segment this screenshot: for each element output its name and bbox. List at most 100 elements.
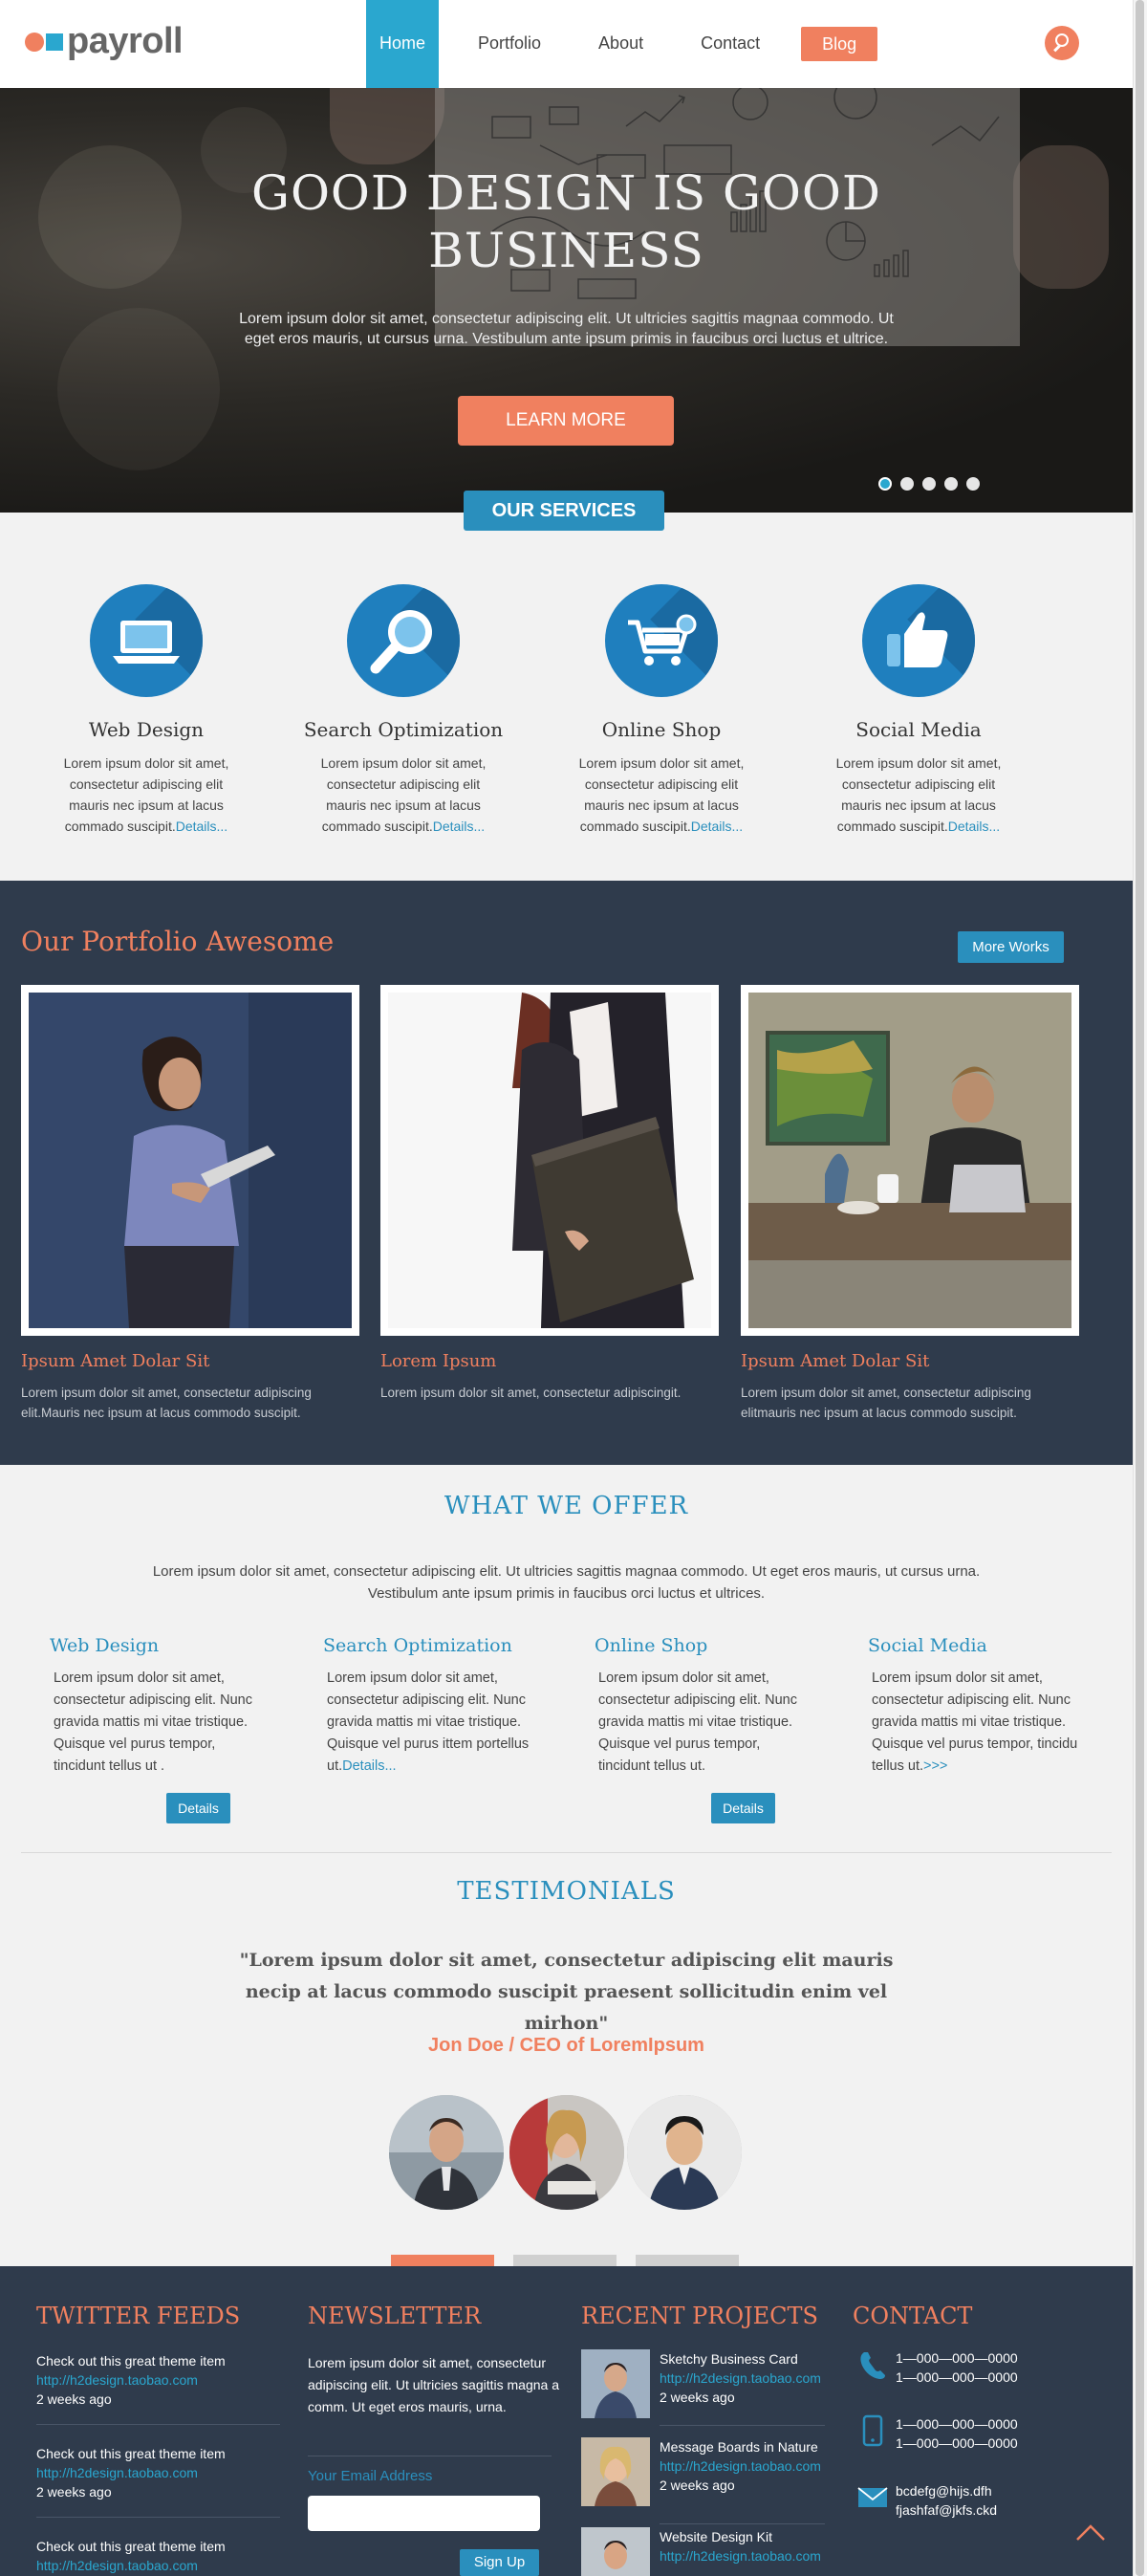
- offer-item-title[interactable]: Online Shop: [595, 1635, 805, 1656]
- portfolio-item-title[interactable]: Lorem Ipsum: [380, 1351, 719, 1371]
- woman-with-folder-photo: [388, 993, 711, 1328]
- slider-dot-2[interactable]: [900, 477, 914, 491]
- email-field[interactable]: [308, 2496, 540, 2531]
- portfolio-item-title[interactable]: Ipsum Amet Dolar Sit: [741, 1351, 1079, 1371]
- testimonial-pager-2[interactable]: [513, 2255, 617, 2266]
- tweet-item: Check out this great theme item http://h…: [36, 2351, 280, 2409]
- thumbs-up-icon: [862, 584, 975, 697]
- back-to-top-icon[interactable]: [1071, 2513, 1110, 2551]
- offer-item-link[interactable]: >>>: [923, 1758, 947, 1774]
- learn-more-button[interactable]: LEARN MORE: [458, 396, 674, 446]
- hero-title: GOOD DESIGN IS GOOD BUSINESS: [0, 164, 1133, 279]
- portfolio-image[interactable]: [21, 985, 359, 1336]
- more-works-button[interactable]: More Works: [958, 931, 1064, 963]
- email-label: Your Email Address: [308, 2468, 433, 2484]
- newsletter-title: NEWSLETTER: [308, 2303, 482, 2329]
- hero-title-line-2: BUSINESS: [428, 223, 704, 278]
- offer-item-text: Lorem ipsum dolor sit amet, consectetur …: [872, 1668, 1078, 1778]
- nav-portfolio[interactable]: Portfolio: [458, 0, 561, 88]
- service-details-link[interactable]: Details...: [176, 819, 227, 834]
- contact-email-1[interactable]: bcdefg@hijs.dfh: [896, 2481, 997, 2500]
- nav-about[interactable]: About: [578, 0, 663, 88]
- offer-item-link[interactable]: Details...: [342, 1758, 396, 1774]
- service-text: Lorem ipsum dolor sit amet, consectetur …: [823, 753, 1014, 837]
- testimonials-title: TESTIMONIALS: [457, 1877, 676, 1906]
- section-divider: [21, 1852, 1112, 1853]
- project-time: 2 weeks ago: [660, 2478, 735, 2493]
- testimonial-avatar[interactable]: [627, 2095, 742, 2210]
- scrollbar-thumb[interactable]: [1136, 0, 1144, 2576]
- portfolio-item[interactable]: Ipsum Amet Dolar Sit Lorem ipsum dolor s…: [21, 985, 359, 1423]
- tweet-link[interactable]: http://h2design.taobao.com: [36, 2370, 280, 2390]
- service-title: Social Media: [855, 718, 982, 741]
- site-header: payroll Home Portfolio About Contact Blo…: [0, 0, 1133, 88]
- slider-dot-5[interactable]: [966, 477, 980, 491]
- nav-blog[interactable]: Blog: [801, 27, 878, 61]
- slider-dot-3[interactable]: [922, 477, 936, 491]
- portfolio-item-title[interactable]: Ipsum Amet Dolar Sit: [21, 1351, 359, 1371]
- project-thumbnail[interactable]: [581, 2349, 650, 2418]
- portfolio-image[interactable]: [380, 985, 719, 1336]
- contact-phone-2: 1—000—000—0000: [896, 2369, 1018, 2385]
- project-name[interactable]: Message Boards in Nature: [660, 2439, 818, 2455]
- testimonial-avatar[interactable]: [509, 2095, 624, 2210]
- service-social-media: Social Media Lorem ipsum dolor sit amet,…: [804, 584, 1033, 837]
- offer-item-title[interactable]: Search Optimization: [323, 1635, 533, 1656]
- service-web-design: Web Design Lorem ipsum dolor sit amet, c…: [32, 584, 261, 837]
- tweet-link[interactable]: http://h2design.taobao.com: [36, 2556, 280, 2575]
- offer-intro: Lorem ipsum dolor sit amet, consectetur …: [152, 1563, 981, 1602]
- offer-item-body: Lorem ipsum dolor sit amet, consectetur …: [54, 1670, 252, 1774]
- logo-text: payroll: [67, 21, 184, 61]
- service-details-link[interactable]: Details...: [948, 819, 1000, 834]
- search-icon-handle: [1053, 44, 1061, 53]
- sign-up-button[interactable]: Sign Up: [460, 2549, 539, 2576]
- project-thumbnail[interactable]: [581, 2527, 650, 2576]
- recent-projects-title: RECENT PROJECTS: [581, 2303, 818, 2329]
- portfolio-item[interactable]: Lorem Ipsum Lorem ipsum dolor sit amet, …: [380, 985, 719, 1403]
- offer-item: Web Design Lorem ipsum dolor sit amet, c…: [50, 1635, 260, 1778]
- tweet-text: Check out this great theme item: [36, 2539, 226, 2554]
- project-thumbnail[interactable]: [581, 2437, 650, 2506]
- hero-bokeh: [57, 308, 220, 470]
- recent-project-item[interactable]: Sketchy Business Card http://h2design.ta…: [581, 2349, 849, 2426]
- testimonial-pager-1[interactable]: [391, 2255, 494, 2266]
- contact-phone-1: 1—000—000—0000: [896, 2350, 1018, 2366]
- details-button[interactable]: Details: [711, 1793, 775, 1823]
- recent-project-item[interactable]: Message Boards in Nature http://h2design…: [581, 2437, 849, 2514]
- offer-item-title[interactable]: Web Design: [50, 1635, 260, 1656]
- contact-mobile-2: 1—000—000—0000: [896, 2435, 1018, 2451]
- slider-dot-4[interactable]: [944, 477, 958, 491]
- project-link[interactable]: http://h2design.taobao.com: [660, 2546, 851, 2565]
- cart-icon: [605, 584, 718, 697]
- project-link[interactable]: http://h2design.taobao.com: [660, 2369, 851, 2388]
- project-link[interactable]: http://h2design.taobao.com: [660, 2456, 851, 2476]
- testimonial-pager-3[interactable]: [636, 2255, 739, 2266]
- offer-item: Social Media Lorem ipsum dolor sit amet,…: [868, 1635, 1078, 1778]
- details-button[interactable]: Details: [166, 1793, 230, 1823]
- woman-at-laptop-photo: [748, 993, 1071, 1328]
- service-details-link[interactable]: Details...: [433, 819, 485, 834]
- hero-slider: GOOD DESIGN IS GOOD BUSINESS Lorem ipsum…: [0, 88, 1133, 513]
- mobile-phone-icon: [862, 2414, 883, 2447]
- recent-project-item[interactable]: Website Design Kit http://h2design.taoba…: [581, 2527, 849, 2576]
- project-name[interactable]: Website Design Kit: [660, 2529, 772, 2544]
- nav-home[interactable]: Home: [366, 0, 439, 88]
- service-text: Lorem ipsum dolor sit amet, consectetur …: [51, 753, 242, 837]
- logo[interactable]: payroll: [25, 21, 184, 62]
- nav-contact[interactable]: Contact: [681, 0, 780, 88]
- portfolio-item[interactable]: Ipsum Amet Dolar Sit Lorem ipsum dolor s…: [741, 985, 1079, 1423]
- testimonial-avatar[interactable]: [389, 2095, 504, 2210]
- portfolio-image[interactable]: [741, 985, 1079, 1336]
- contact-email-2[interactable]: fjashfaf@jkfs.ckd: [896, 2500, 997, 2520]
- tweet-link[interactable]: http://h2design.taobao.com: [36, 2463, 280, 2482]
- our-services-tab: OUR SERVICES: [464, 491, 664, 531]
- offer-item-title[interactable]: Social Media: [868, 1635, 1078, 1656]
- tweet-divider: [36, 2517, 280, 2518]
- service-text: Lorem ipsum dolor sit amet, consectetur …: [566, 753, 757, 837]
- service-details-link[interactable]: Details...: [691, 819, 743, 834]
- search-button[interactable]: [1045, 26, 1079, 60]
- project-name[interactable]: Sketchy Business Card: [660, 2351, 798, 2367]
- magnifier-icon: [347, 584, 460, 697]
- service-online-shop: Online Shop Lorem ipsum dolor sit amet, …: [547, 584, 776, 837]
- slider-dot-1[interactable]: [878, 477, 892, 491]
